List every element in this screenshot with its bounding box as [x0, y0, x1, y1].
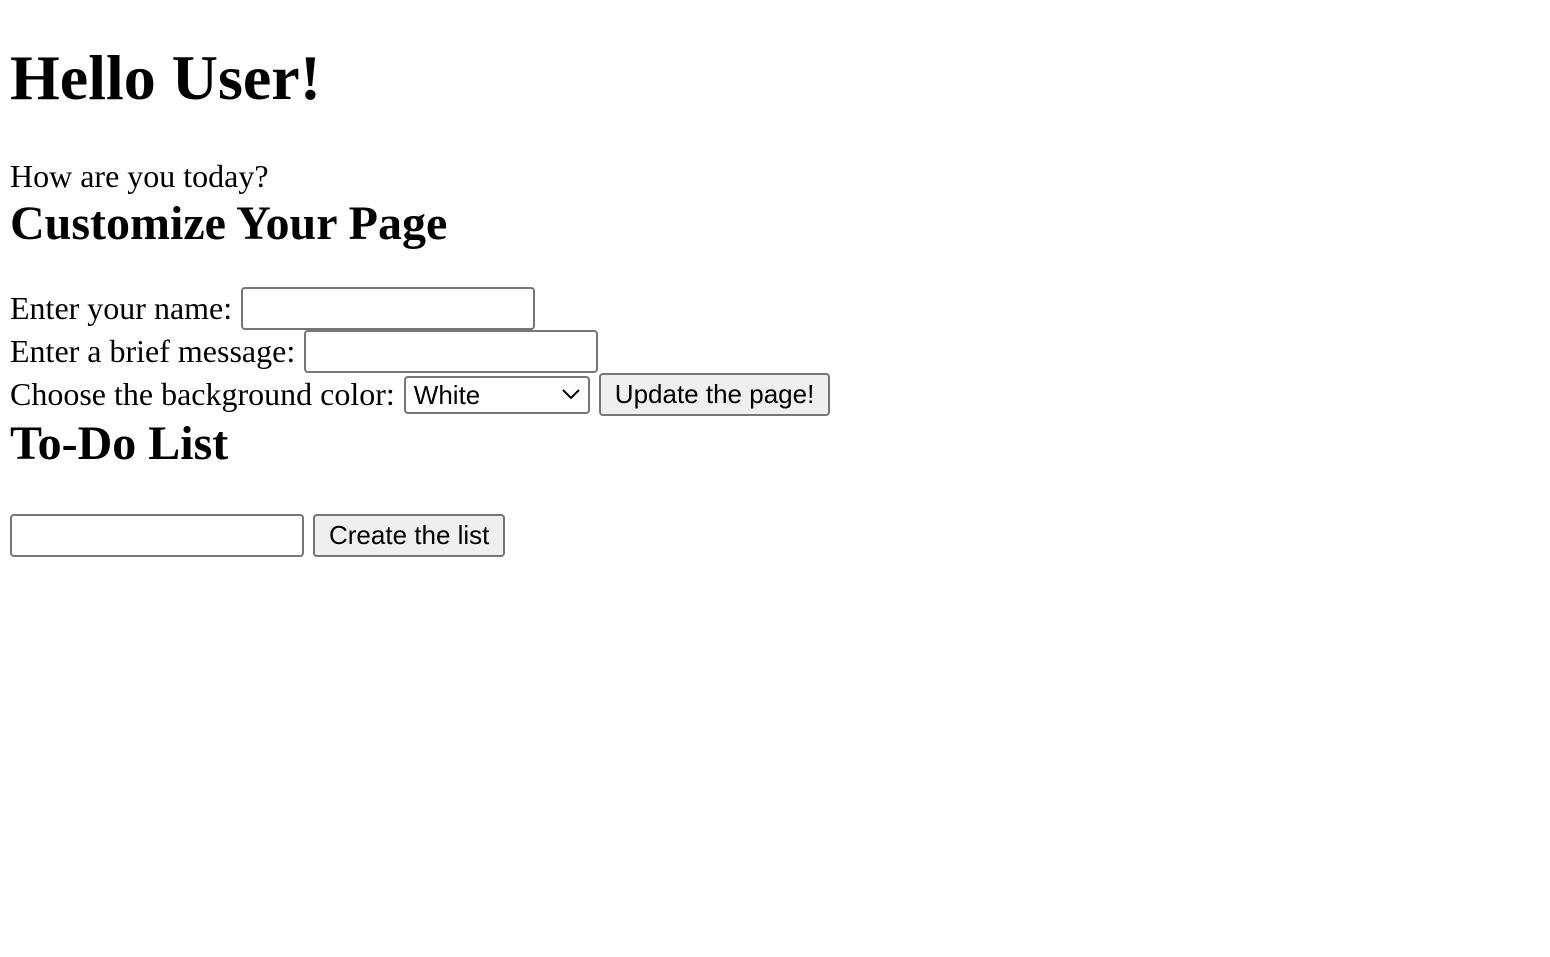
color-row: Choose the background color: White Updat… [10, 373, 1550, 416]
message-row: Enter a brief message: [10, 330, 1550, 373]
name-row: Enter your name: [10, 287, 1550, 330]
todo-input[interactable] [10, 514, 304, 557]
color-label: Choose the background color: [10, 376, 395, 412]
greeting-subtitle: How are you today? [10, 158, 269, 194]
page: Hello User! How are you today? Customize… [0, 0, 1550, 557]
customize-heading: Customize Your Page [10, 197, 448, 250]
name-label: Enter your name: [10, 290, 233, 326]
chevron-down-icon [562, 388, 580, 399]
update-page-button[interactable]: Update the page! [598, 373, 831, 416]
page-title: Hello User! [10, 42, 321, 113]
customize-form: Enter your name: Enter a brief message: … [10, 287, 1550, 416]
create-list-button[interactable]: Create the list [313, 514, 506, 557]
message-input[interactable] [304, 330, 599, 373]
background-color-select[interactable]: White [403, 375, 590, 414]
name-input[interactable] [241, 287, 536, 330]
todo-row: Create the list [10, 514, 1550, 557]
message-label: Enter a brief message: [10, 333, 296, 369]
background-color-selected: White [413, 379, 481, 410]
todo-heading: To-Do List [10, 417, 229, 470]
